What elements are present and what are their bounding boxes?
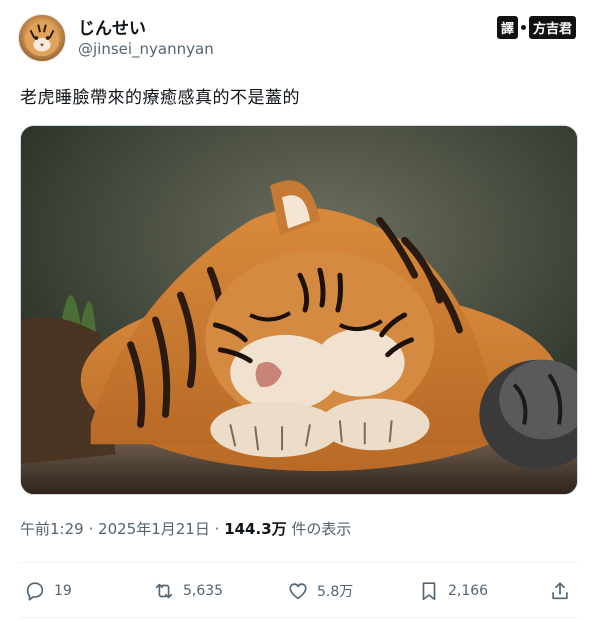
share-icon xyxy=(552,582,568,600)
user-handle[interactable]: @jinsei_nyannyan xyxy=(78,40,214,58)
display-name[interactable]: じんせい xyxy=(78,14,146,39)
reply-count: 19 xyxy=(54,583,72,599)
avatar[interactable] xyxy=(18,14,66,62)
post-date[interactable]: 2025年1月21日 xyxy=(98,520,210,538)
bookmark-button[interactable]: 2,166 xyxy=(418,575,488,607)
translator-watermark: 譯 方吉君 xyxy=(496,16,576,39)
view-count: 144.3万 xyxy=(224,520,287,538)
bookmark-icon xyxy=(422,582,436,601)
like-button[interactable]: 5.8万 xyxy=(287,575,353,607)
share-button[interactable] xyxy=(549,575,571,607)
repost-count: 5,635 xyxy=(183,583,224,599)
meta-separator: · xyxy=(214,520,220,538)
watermark-dot xyxy=(520,25,526,30)
repost-button[interactable]: 5,635 xyxy=(153,575,223,607)
post-time[interactable]: 午前1:29 xyxy=(20,520,84,538)
action-bar: 19 5,635 5.8万 2,166 xyxy=(20,575,578,607)
post-image[interactable] xyxy=(20,125,578,495)
watermark-right: 方吉君 xyxy=(528,16,576,39)
post-header: じんせい @jinsei_nyannyan xyxy=(18,12,580,64)
post-meta: 午前1:29 · 2025年1月21日 · 144.3万 件の表示 xyxy=(20,518,351,539)
divider xyxy=(20,562,578,563)
post-text: 老虎睡臉帶來的療癒感真的不是蓋的 xyxy=(20,88,300,108)
view-label: 件の表示 xyxy=(286,520,352,538)
divider xyxy=(20,617,578,618)
like-count: 5.8万 xyxy=(317,584,354,600)
reply-button[interactable]: 19 xyxy=(24,575,72,607)
bookmark-count: 2,166 xyxy=(448,583,489,599)
meta-separator: · xyxy=(88,520,94,538)
reply-icon xyxy=(26,582,44,601)
watermark-left: 譯 xyxy=(496,16,518,39)
heart-icon xyxy=(289,583,307,600)
repost-icon xyxy=(155,583,173,599)
